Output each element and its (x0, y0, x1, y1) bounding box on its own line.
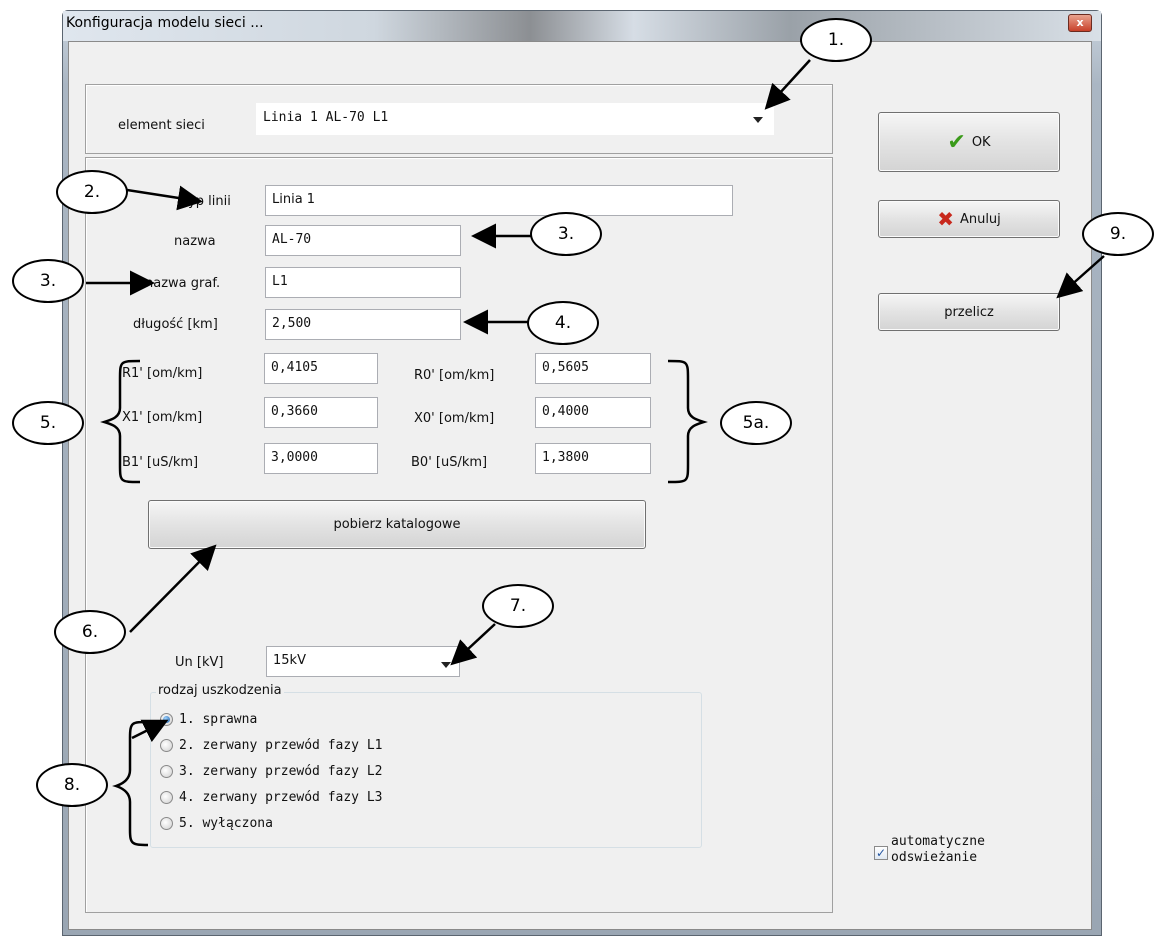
arrow-1 (764, 59, 811, 110)
brace-8 (112, 720, 149, 847)
annotation-2: 2. (56, 170, 128, 214)
arrow-2 (126, 185, 203, 211)
annotation-5: 5. (12, 401, 84, 445)
arrow-7 (450, 623, 496, 666)
arrow-6 (129, 544, 217, 633)
annotation-6: 6. (54, 610, 126, 654)
annotation-4: 4. (527, 301, 599, 345)
annotation-overlay (86, 59, 1105, 847)
annotation-7: 7. (482, 584, 554, 628)
annotation-1: 1. (800, 18, 872, 62)
annotation-9: 9. (1082, 212, 1154, 256)
arrow-8 (131, 719, 169, 743)
annotation-3a: 3. (530, 212, 602, 256)
brace-5a (667, 359, 708, 484)
annotation-8: 8. (36, 763, 108, 807)
brace-5 (100, 359, 141, 484)
arrow-9 (1056, 255, 1105, 299)
annotation-3b: 3. (12, 259, 84, 303)
annotation-5a: 5a. (720, 401, 792, 445)
